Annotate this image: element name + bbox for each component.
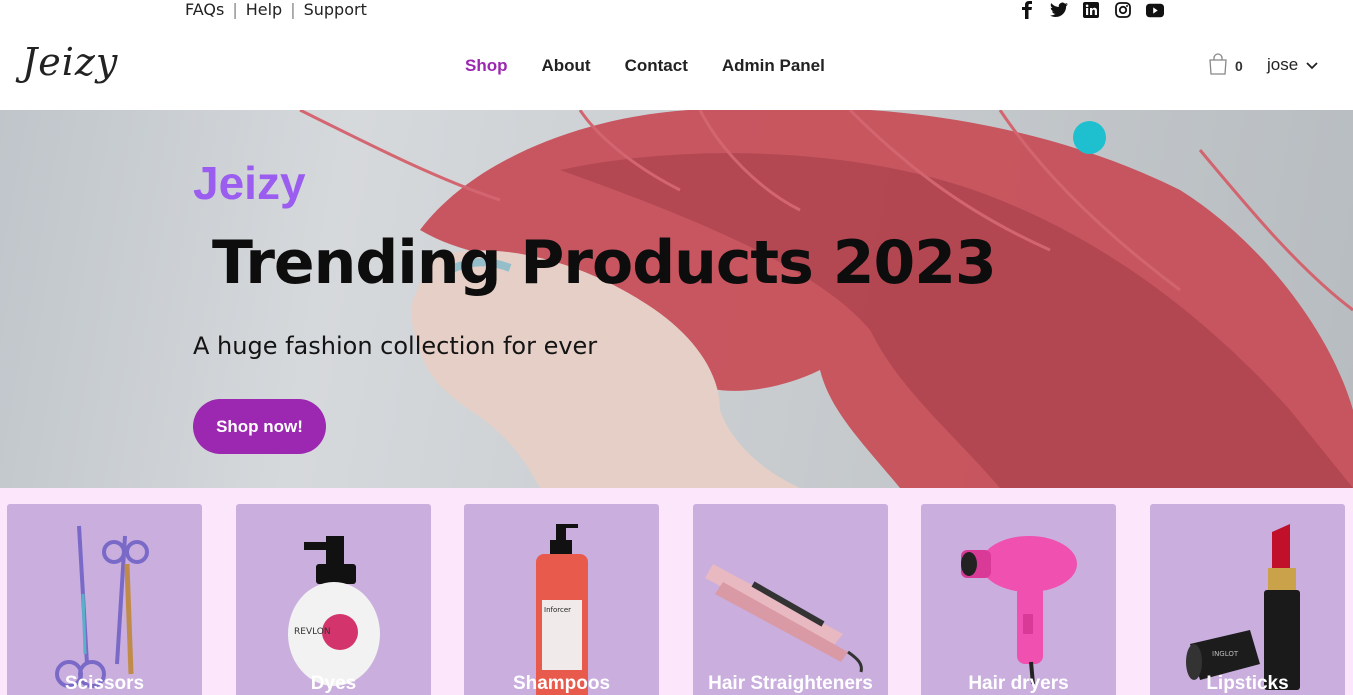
category-card-lipsticks[interactable]: INGLOT Lipsticks	[1150, 504, 1345, 695]
lipstick-image: INGLOT	[1186, 524, 1300, 690]
category-card-dyes[interactable]: REVLON Dyes	[236, 504, 431, 695]
help-link[interactable]: Help	[246, 0, 282, 19]
shopping-bag-icon	[1207, 53, 1229, 79]
nav-about[interactable]: About	[542, 56, 591, 76]
social-links	[1018, 1, 1164, 19]
svg-text:Inforcer: Inforcer	[544, 606, 571, 614]
help-links: FAQs | Help | Support	[185, 0, 367, 19]
hair-dryer-image	[961, 536, 1077, 685]
category-label: Hair Straighteners	[708, 673, 873, 694]
chevron-down-icon	[1306, 55, 1318, 75]
decorative-dot	[1073, 121, 1106, 154]
svg-text:INGLOT: INGLOT	[1212, 650, 1239, 658]
category-label: Scissors	[64, 673, 145, 694]
support-link[interactable]: Support	[304, 0, 367, 19]
category-strip: Scissors REVLON Dyes Inforcer Shampoos H…	[0, 488, 1353, 695]
site-logo[interactable]: Jeizy	[22, 40, 118, 84]
shop-now-button[interactable]: Shop now!	[193, 399, 326, 454]
category-card-shampoos[interactable]: Inforcer Shampoos	[464, 504, 659, 695]
user-name: jose	[1267, 55, 1299, 74]
faqs-link[interactable]: FAQs	[185, 0, 224, 19]
nav-admin-panel[interactable]: Admin Panel	[722, 56, 825, 76]
shampoo-bottle-image: Inforcer	[536, 524, 588, 695]
svg-text:REVLON: REVLON	[294, 627, 331, 637]
scissors-image	[55, 525, 149, 688]
linkedin-icon[interactable]	[1082, 1, 1100, 19]
category-label: Hair dryers	[968, 673, 1069, 694]
category-card-scissors[interactable]: Scissors	[7, 504, 202, 695]
cart-button[interactable]: 0	[1207, 53, 1243, 79]
category-card-hair-dryers[interactable]: Hair dryers	[921, 504, 1116, 695]
cart-count: 0	[1235, 58, 1243, 74]
category-label: Dyes	[310, 673, 357, 694]
hair-straightener-image	[705, 564, 863, 673]
hero-banner: Jeizy Trending Products 2023 A huge fash…	[0, 110, 1353, 488]
top-bar: FAQs | Help | Support	[0, 0, 1353, 22]
nav-shop[interactable]: Shop	[465, 56, 508, 76]
twitter-icon[interactable]	[1050, 1, 1068, 19]
hero-brand: Jeizy	[193, 157, 306, 209]
hero-subtitle: A huge fashion collection for ever	[193, 332, 598, 360]
facebook-icon[interactable]	[1018, 1, 1036, 19]
youtube-icon[interactable]	[1146, 1, 1164, 19]
separator: |	[290, 0, 296, 19]
main-header: Jeizy Shop About Contact Admin Panel 0 j…	[0, 22, 1353, 110]
instagram-icon[interactable]	[1114, 1, 1132, 19]
category-label: Shampoos	[512, 673, 611, 694]
user-menu[interactable]: jose	[1267, 55, 1318, 75]
category-label: Lipsticks	[1206, 673, 1289, 694]
main-nav: Shop About Contact Admin Panel	[465, 56, 825, 76]
hero-title: Trending Products 2023	[212, 228, 997, 298]
separator: |	[232, 0, 238, 19]
category-card-hair-straighteners[interactable]: Hair Straighteners	[693, 504, 888, 695]
dye-bottle-image: REVLON	[288, 536, 380, 686]
nav-contact[interactable]: Contact	[625, 56, 688, 76]
